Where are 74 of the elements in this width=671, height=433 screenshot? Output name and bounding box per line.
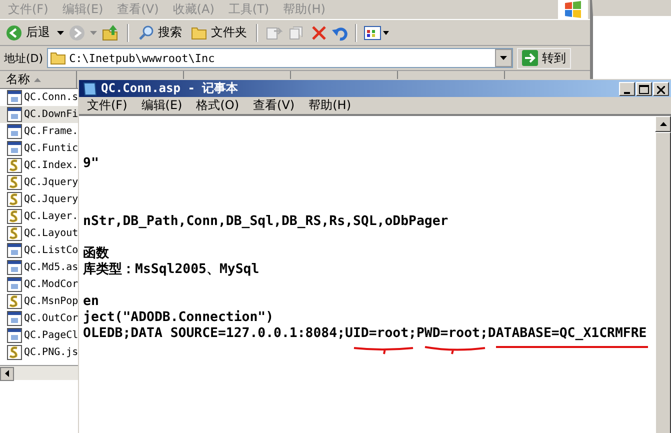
column-header[interactable]: 名称 [0, 71, 77, 88]
script-file-icon [7, 192, 22, 207]
close-button[interactable] [653, 82, 669, 96]
caret-icon [500, 56, 508, 60]
undo-icon[interactable] [332, 24, 348, 40]
code-line: ject("ADODB.Connection") [83, 310, 274, 326]
menu-item[interactable]: 编辑(E) [141, 97, 182, 114]
menu-item[interactable]: 格式(O) [196, 97, 240, 114]
file-item[interactable]: QC.OutCor [0, 310, 78, 327]
code-line: 函数 [83, 246, 109, 262]
minimize-icon [624, 92, 630, 94]
page-file-icon [7, 124, 22, 139]
code-line: 库类型：MsSql2005、MySql [83, 262, 260, 278]
dropdown-button[interactable] [495, 49, 512, 67]
file-item[interactable]: QC.Jquery [0, 174, 78, 191]
file-item[interactable]: QC.PNG.js [0, 344, 78, 361]
delete-icon[interactable] [311, 24, 327, 40]
window-title: QC.Conn.asp - 记事本 [101, 80, 238, 97]
page-file-icon [7, 90, 22, 105]
folder-icon [191, 26, 207, 40]
file-item[interactable]: QC.ListCo [0, 242, 78, 259]
script-file-icon [7, 294, 22, 309]
file-item[interactable]: QC.Funtic [0, 140, 78, 157]
notepad-icon [83, 81, 97, 96]
script-file-icon [7, 158, 22, 173]
file-item[interactable]: QC.Frame. [0, 123, 78, 140]
page-file-icon [7, 260, 22, 275]
file-item[interactable]: QC.ModCor [0, 276, 78, 293]
close-icon [657, 86, 665, 94]
arrow-icon [522, 50, 538, 66]
page-file-icon [7, 277, 22, 292]
file-item[interactable]: QC.Layout [0, 225, 78, 242]
page-file-icon [7, 141, 22, 156]
code-line: nStr,DB_Path,Conn,DB_Sql,DB_RS,Rs,SQL,oDbPager [83, 214, 448, 230]
back-button[interactable]: 后退 [4, 23, 52, 42]
sort-arrow-icon [34, 78, 41, 82]
file-item[interactable]: QC.Md5.as [0, 259, 78, 276]
menu-item[interactable]: 帮助(H) [308, 97, 351, 114]
page-file-icon [7, 243, 22, 258]
folder-icon [50, 52, 66, 64]
script-file-icon [7, 345, 22, 360]
maximize-icon [639, 84, 649, 94]
menu-item[interactable]: 文件(F) [87, 97, 128, 114]
address-label: 地址(D) [4, 50, 44, 66]
caret-icon[interactable] [57, 30, 64, 34]
search-button[interactable]: 搜索 [136, 23, 184, 42]
code-line: en [83, 294, 99, 310]
script-file-icon [7, 209, 22, 224]
views-icon[interactable] [364, 26, 390, 40]
file-item[interactable]: QC.DownFi [0, 106, 78, 123]
vertical-scrollbar[interactable] [655, 116, 671, 433]
search-icon [138, 24, 154, 40]
horizontal-scrollbar[interactable] [0, 365, 78, 380]
scroll-up-icon[interactable] [660, 122, 666, 126]
file-item[interactable]: QC.Conn.s [0, 89, 78, 106]
script-file-icon [7, 175, 22, 190]
code-line: OLEDB;DATA SOURCE=127.0.0.1:8084;UID=root;PWD=root;DATABASE=QC_X1CRMFRE [83, 326, 647, 342]
page-file-icon [7, 311, 22, 326]
file-item[interactable]: QC.Jquery [0, 191, 78, 208]
maximize-button[interactable] [636, 82, 652, 96]
file-item[interactable]: QC.Index. [0, 157, 78, 174]
menu-item[interactable]: 查看(V) [253, 97, 295, 114]
file-item[interactable]: QC.Layer. [0, 208, 78, 225]
script-file-icon [7, 226, 22, 241]
folders-button[interactable]: 文件夹 [189, 23, 249, 42]
file-item[interactable]: QC.PageCl [0, 327, 78, 344]
code-line: 9" [83, 156, 99, 172]
minimize-button[interactable] [619, 82, 635, 96]
page-file-icon [7, 328, 22, 343]
scroll-left-icon[interactable] [5, 370, 9, 377]
file-item[interactable]: QC.MsnPop [0, 293, 78, 310]
address-field[interactable]: C:\Inetpub\wwwroot\Inc [47, 48, 514, 68]
go-button[interactable]: 转到 [517, 48, 572, 68]
page-file-icon [7, 107, 22, 122]
